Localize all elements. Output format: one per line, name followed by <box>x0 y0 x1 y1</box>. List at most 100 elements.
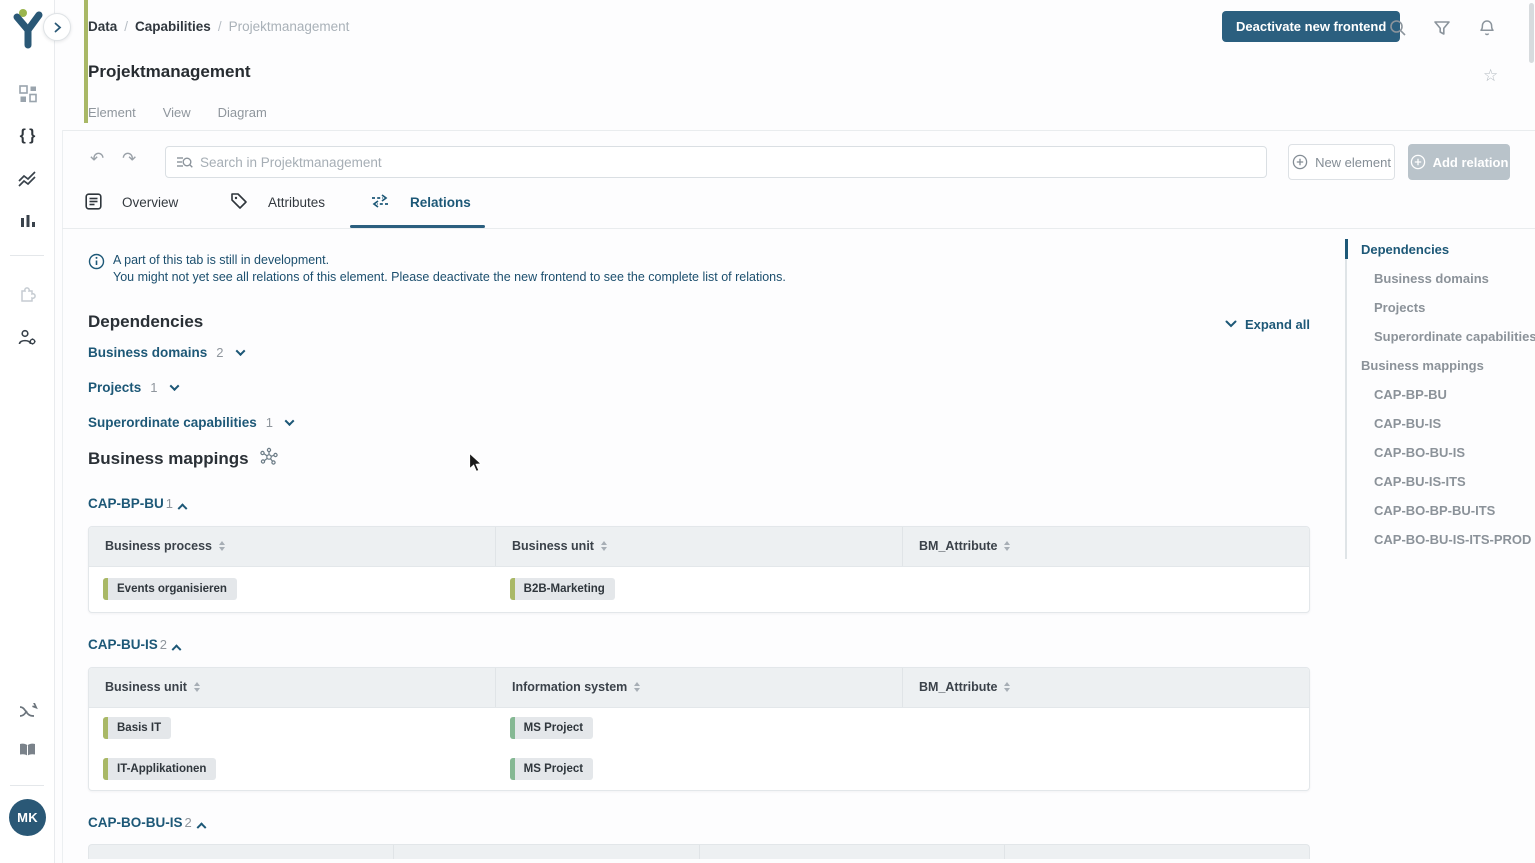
new-element-button[interactable]: New element <box>1288 144 1395 180</box>
network-icon <box>259 447 279 472</box>
dashboard-icon[interactable] <box>0 85 55 103</box>
element-chip[interactable]: MS Project <box>510 758 593 780</box>
sort-icon <box>1004 682 1010 692</box>
toc-item[interactable]: Dependencies <box>1347 240 1535 258</box>
element-chip[interactable]: B2B-Marketing <box>510 578 615 600</box>
breadcrumb-data[interactable]: Data <box>88 19 117 34</box>
table-cell: IT-Applikationen <box>89 749 496 790</box>
search-icon[interactable] <box>1388 18 1408 38</box>
table-cell: B2B-Marketing <box>496 567 903 612</box>
breadcrumb-capabilities[interactable]: Capabilities <box>135 19 211 34</box>
tab-attributes-label: Attributes <box>268 195 325 210</box>
table-column-header[interactable]: Information system <box>495 668 902 707</box>
favorite-star-icon[interactable]: ☆ <box>1483 66 1498 86</box>
table-column-header[interactable]: Business process <box>89 527 495 566</box>
table-cell: MS Project <box>496 749 903 790</box>
table-cell <box>902 749 1309 790</box>
trend-lines-icon[interactable] <box>0 170 55 188</box>
chevron-down-icon <box>235 346 245 356</box>
menu-view[interactable]: View <box>163 105 191 120</box>
toc-item[interactable]: CAP-BO-BP-BU-ITS <box>1347 501 1535 519</box>
table-cell: MS Project <box>496 708 903 749</box>
header-divider <box>62 130 1535 131</box>
toc-item[interactable]: CAP-BO-BU-IS-ITS-PROD <box>1347 530 1535 548</box>
mapping-section-toggle[interactable]: CAP-BU-IS2 <box>88 637 1310 652</box>
toc-item[interactable]: CAP-BU-IS-ITS <box>1347 472 1535 490</box>
search-list-icon <box>176 154 193 171</box>
dependency-group-label: Business domains <box>88 345 207 360</box>
chevron-down-icon <box>285 416 295 426</box>
tab-attributes[interactable]: Attributes <box>230 192 380 213</box>
table-header-cell <box>89 845 393 859</box>
dependency-group-toggle[interactable]: Projects1 <box>88 380 1310 395</box>
scrollbar-thumb[interactable] <box>1529 3 1534 63</box>
element-chip[interactable]: MS Project <box>510 717 593 739</box>
table-cell: Basis IT <box>89 708 496 749</box>
tab-relations[interactable]: Relations <box>370 194 471 211</box>
sort-icon <box>634 682 640 692</box>
search-input[interactable] <box>200 155 1256 170</box>
info-icon <box>88 253 105 270</box>
element-chip[interactable]: Events organisieren <box>103 578 237 600</box>
deactivate-frontend-button[interactable]: Deactivate new frontend <box>1222 11 1400 42</box>
code-icon[interactable]: { } <box>0 127 55 145</box>
expand-all-button[interactable]: Expand all <box>1225 317 1310 332</box>
breadcrumb-separator: / <box>218 19 222 34</box>
toc-item[interactable]: CAP-BP-BU <box>1347 385 1535 403</box>
add-relation-button[interactable]: Add relation <box>1408 144 1510 180</box>
panel-edge <box>62 130 63 863</box>
mapping-section-count: 1 <box>166 496 173 511</box>
toc-item[interactable]: Business domains <box>1347 269 1535 287</box>
column-header-label: Information system <box>512 680 627 694</box>
mapping-section-toggle[interactable]: CAP-BP-BU1 <box>88 496 1310 511</box>
dependency-group-label: Projects <box>88 380 141 395</box>
table-cell <box>902 567 1309 612</box>
left-sidebar: { } MK <box>0 0 55 863</box>
toc-item[interactable]: Superordinate capabilities <box>1347 327 1535 345</box>
sort-icon <box>219 541 225 551</box>
filter-icon[interactable] <box>1432 18 1452 38</box>
book-icon[interactable] <box>0 741 55 758</box>
dependency-groups: Business domains2 Projects1 Superordinate … <box>88 345 1310 430</box>
app-logo-icon[interactable] <box>12 8 44 55</box>
mapping-section-label: CAP-BP-BU <box>88 496 164 511</box>
table-header-cell <box>1004 845 1309 859</box>
sort-icon <box>1004 541 1010 551</box>
chip-label: Basis IT <box>108 722 171 734</box>
dependencies-heading: Dependencies <box>88 312 203 332</box>
toc-item[interactable]: Business mappings <box>1347 356 1535 374</box>
expand-panel-button[interactable] <box>43 13 71 41</box>
toc-item[interactable]: CAP-BO-BU-IS <box>1347 443 1535 461</box>
table-column-header[interactable]: BM_Attribute <box>902 527 1309 566</box>
toc-item[interactable]: Projects <box>1347 298 1535 316</box>
puzzle-icon[interactable] <box>0 285 55 304</box>
chip-label: MS Project <box>515 763 593 775</box>
user-avatar[interactable]: MK <box>9 799 46 836</box>
toc-item[interactable]: CAP-BU-IS <box>1347 414 1535 432</box>
sort-icon <box>601 541 607 551</box>
chevron-up-icon <box>172 644 182 654</box>
column-header-label: BM_Attribute <box>919 539 997 553</box>
element-chip[interactable]: Basis IT <box>103 717 171 739</box>
redo-icon[interactable]: ↷ <box>122 149 136 169</box>
tag-icon <box>230 192 248 213</box>
sidebar-divider <box>10 785 44 786</box>
table-column-header[interactable]: Business unit <box>495 527 902 566</box>
branch-arrow-icon[interactable] <box>0 703 55 721</box>
bar-chart-icon[interactable] <box>0 212 55 230</box>
mapping-section-toggle[interactable]: CAP-BO-BU-IS2 <box>88 815 1310 830</box>
bell-icon[interactable] <box>1477 18 1497 38</box>
add-relation-label: Add relation <box>1433 155 1509 170</box>
user-settings-icon[interactable] <box>0 328 55 347</box>
mapping-section-count: 2 <box>160 637 167 652</box>
table-column-header[interactable]: Business unit <box>89 668 495 707</box>
menu-diagram[interactable]: Diagram <box>218 105 267 120</box>
table-column-header[interactable]: BM_Attribute <box>902 668 1309 707</box>
active-tab-indicator <box>350 225 485 228</box>
table-header-row: Business unit Information system BM_Attrib… <box>89 668 1309 708</box>
dependency-group-toggle[interactable]: Superordinate capabilities1 <box>88 415 1310 430</box>
menu-element[interactable]: Element <box>88 105 136 120</box>
undo-icon[interactable]: ↶ <box>90 149 104 169</box>
element-chip[interactable]: IT-Applikationen <box>103 758 216 780</box>
dependency-group-toggle[interactable]: Business domains2 <box>88 345 1310 360</box>
